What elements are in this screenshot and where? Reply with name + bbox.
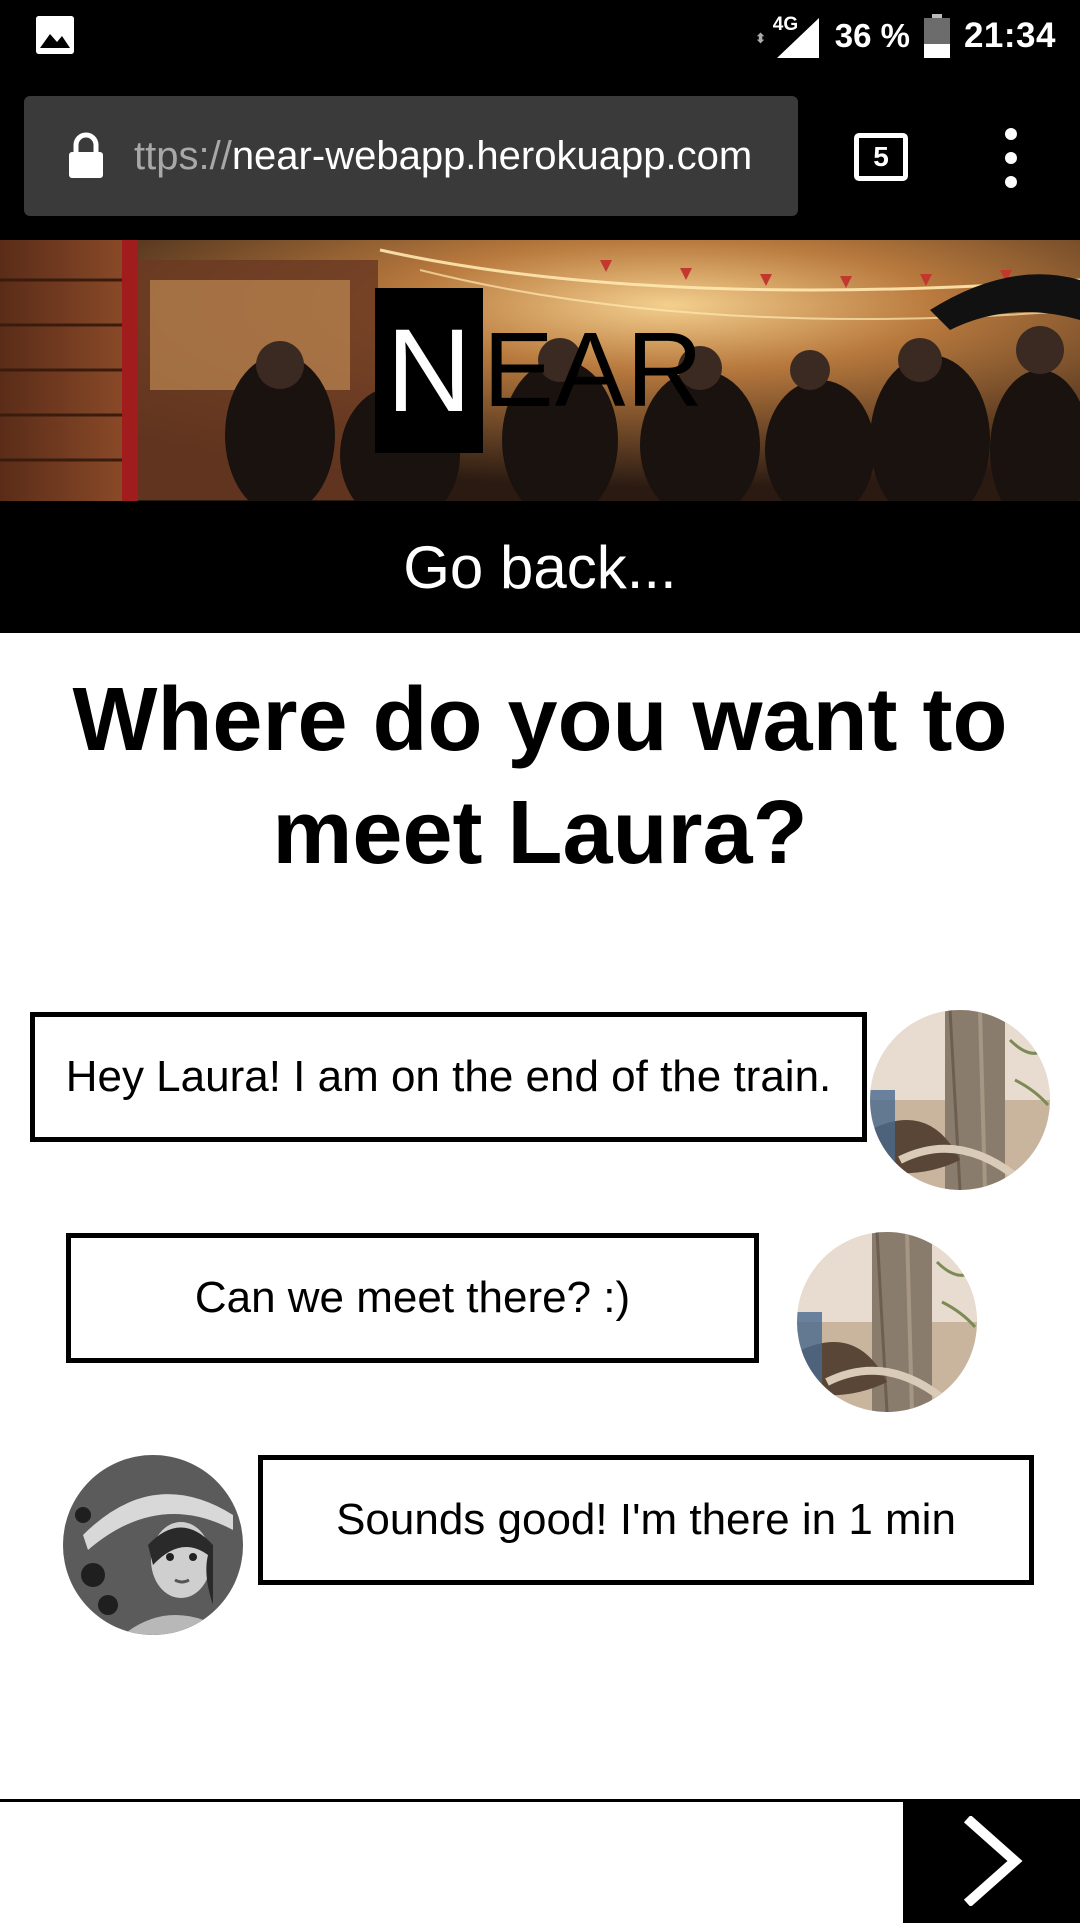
message-bubble: Hey Laura! I am on the end of the train. bbox=[30, 1012, 867, 1142]
hero-banner: N EAR bbox=[0, 240, 1080, 501]
url-scheme: ttps:// bbox=[134, 133, 232, 178]
clock: 21:34 bbox=[963, 16, 1056, 55]
message-composer bbox=[0, 1799, 1080, 1923]
message-input[interactable] bbox=[0, 1802, 903, 1920]
send-button[interactable] bbox=[903, 1799, 1080, 1923]
tab-switcher-button[interactable]: 5 bbox=[854, 133, 908, 181]
url-text: ttps://near-webapp.herokuapp.com bbox=[134, 134, 752, 179]
lock-icon bbox=[66, 132, 106, 180]
url-host: near-webapp.herokuapp.com bbox=[231, 133, 753, 178]
user-avatar[interactable] bbox=[870, 1010, 1050, 1190]
page-title: Where do you want to meet Laura? bbox=[72, 670, 1008, 883]
address-bar[interactable]: ttps://near-webapp.herokuapp.com bbox=[24, 96, 798, 216]
near-logo: N EAR bbox=[375, 288, 704, 453]
browser-toolbar: ttps://near-webapp.herokuapp.com 5 bbox=[0, 72, 1080, 240]
cell-signal-icon: ⬍ 4G bbox=[755, 12, 821, 60]
go-back-button[interactable]: Go back... bbox=[0, 501, 1080, 633]
battery-percentage: 36 % bbox=[834, 17, 910, 54]
status-bar: ⬍ 4G 36 % 21:34 bbox=[0, 0, 1080, 72]
status-indicators: ⬍ 4G 36 % 21:34 bbox=[755, 0, 1056, 72]
laura-avatar[interactable] bbox=[63, 1455, 243, 1635]
logo-mark: N bbox=[375, 288, 483, 453]
user-avatar[interactable] bbox=[797, 1232, 977, 1412]
chevron-right-icon bbox=[963, 1816, 1023, 1906]
logo-wordmark: EAR bbox=[483, 311, 704, 429]
image-icon bbox=[36, 16, 74, 54]
message-bubble: Can we meet there? :) bbox=[66, 1233, 759, 1363]
battery-icon bbox=[923, 14, 950, 58]
message-bubble: Sounds good! I'm there in 1 min bbox=[258, 1455, 1034, 1585]
more-vertical-icon[interactable] bbox=[994, 128, 1028, 188]
